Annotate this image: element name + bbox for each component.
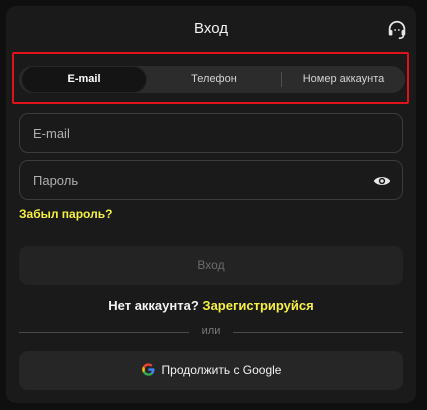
tab-email[interactable]: E-mail (21, 66, 147, 93)
password-field[interactable] (20, 161, 360, 199)
forgot-password-link[interactable]: Забыл пароль? (19, 207, 112, 221)
register-prompt-text: Нет аккаунта? (108, 298, 199, 313)
tab-phone[interactable]: Телефон (149, 66, 279, 93)
google-button-label: Продолжить с Google (161, 363, 282, 377)
eye-icon[interactable] (373, 172, 391, 190)
divider-line-right (233, 332, 403, 333)
or-label: или (201, 325, 221, 337)
login-button[interactable]: Вход (19, 246, 403, 285)
tab-account-number[interactable]: Номер аккаунта (282, 66, 405, 93)
register-link[interactable]: Зарегистрируйся (202, 298, 313, 313)
email-field-wrapper (19, 113, 403, 153)
login-method-tabs: E-mail Телефон Номер аккаунта (19, 66, 405, 93)
continue-with-google-button[interactable]: Продолжить с Google (19, 351, 403, 390)
or-divider: или (19, 325, 403, 339)
login-dialog: Вход E-mail Телефон Номер аккаунта Забыл… (6, 6, 416, 403)
password-field-wrapper (19, 160, 403, 200)
google-icon (141, 363, 155, 376)
headset-icon[interactable] (386, 19, 408, 41)
email-field[interactable] (20, 114, 360, 152)
register-prompt: Нет аккаунта? Зарегистрируйся (6, 298, 416, 313)
dialog-title: Вход (194, 20, 228, 37)
